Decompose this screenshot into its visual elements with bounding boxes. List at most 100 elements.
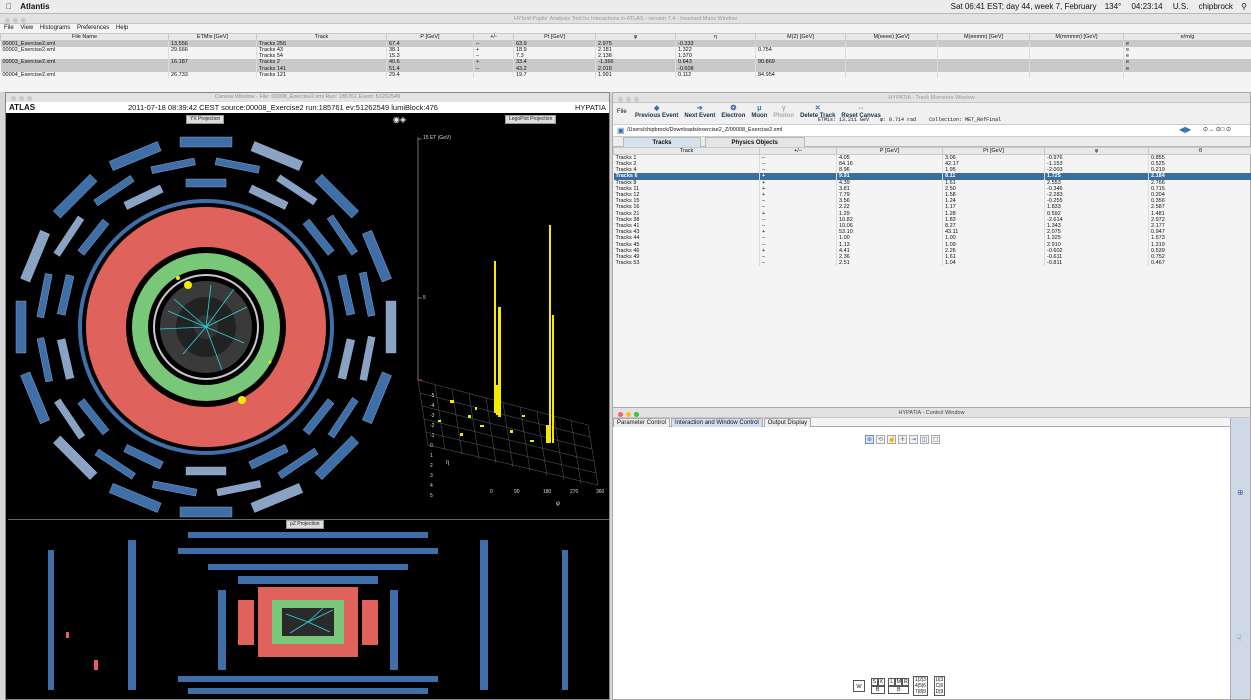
button-label: Muon <box>751 113 768 119</box>
column-header[interactable]: Pt [GeV] <box>513 33 596 41</box>
table-row[interactable]: 00004_Exercise2.xml 26.733 Tracks 121 29.4 1… <box>0 71 1251 78</box>
tab-physics-objects[interactable]: Physics Objects <box>704 137 805 147</box>
key-r[interactable]: R <box>902 678 910 686</box>
crosshair-icon[interactable]: ✛ <box>898 435 907 444</box>
track-window-titlebar[interactable]: HYPATIA - Track Momenta Window <box>613 93 1250 103</box>
lego-plot-label: LegoPlot Projection <box>505 115 557 124</box>
column-header[interactable]: θ <box>1148 147 1251 155</box>
hand-icon[interactable]: ☟ <box>1236 633 1241 644</box>
apple-icon[interactable]:  <box>6 2 12 11</box>
table-cell: 29.4 <box>386 71 474 78</box>
column-header[interactable]: ETMis [GeV] <box>168 33 257 41</box>
table-cell: 2.51 <box>836 260 943 267</box>
tab-tracks[interactable]: Tracks <box>623 137 701 147</box>
menu-histograms[interactable]: Histograms <box>40 25 70 31</box>
column-header[interactable]: File Name <box>0 33 169 41</box>
move-icon[interactable]: ⇥ <box>909 435 918 444</box>
table-cell: 84.954 <box>755 71 846 78</box>
atlas-logo: ATLAS <box>9 103 36 112</box>
canvas-header: ATLAS 2011-07-18 08:39:42 CEST source:00… <box>6 102 609 113</box>
column-header[interactable]: M(eeee) [GeV] <box>845 33 938 41</box>
next-event-button[interactable]: ➔ Next Event <box>684 105 715 119</box>
column-header[interactable]: η <box>675 33 756 41</box>
canvas-titlebar[interactable]: Canvas Window - File: 00008_Exercise2.xm… <box>6 93 609 102</box>
column-header[interactable]: Track <box>613 147 760 155</box>
table-cell: 1.991 <box>595 71 676 78</box>
electron-button[interactable]: ❂ Electron <box>721 105 745 119</box>
lego-plot[interactable]: LegoPlot Projection 15 ET (GeV) 5 0 90 1… <box>410 115 609 518</box>
arrow-right-icon: ➔ <box>696 105 703 112</box>
muon-chamber <box>385 300 397 354</box>
previous-event-button[interactable]: ◆ Previous Event <box>635 105 678 119</box>
key-s[interactable]: S <box>870 678 878 686</box>
table-cell: – <box>759 260 837 267</box>
clip-icon[interactable]: ◫ <box>920 435 929 444</box>
folder-icon[interactable]: ▣ <box>617 126 625 135</box>
rotate-icon[interactable]: ⟲ <box>876 435 885 444</box>
column-header[interactable]: M(mmmm) [GeV] <box>1029 33 1124 41</box>
muon-chamber <box>337 274 355 316</box>
muon-chamber <box>359 271 376 317</box>
nav-arrows-icon[interactable]: ◀▶ <box>1179 125 1191 134</box>
button-label: Previous Event <box>635 113 679 119</box>
electron-cluster <box>238 396 246 404</box>
tool-row: ⊕ ⟲ ☝ ✛ ⇥ ◫ ▢ <box>865 435 942 444</box>
control-tab[interactable]: Interaction and Window Control <box>671 418 763 427</box>
column-header[interactable]: Track <box>256 33 387 41</box>
hypatia-logo: HYPATIA <box>575 103 606 112</box>
pick-icon[interactable]: ☝ <box>887 435 896 444</box>
muon-button[interactable]: μ Muon <box>751 105 767 119</box>
table-row[interactable]: Tracks 53–2.51 1.04 -0.811 0.467 <box>613 260 1251 267</box>
key-b[interactable]: B <box>870 686 885 694</box>
key-w[interactable]: W <box>853 680 865 692</box>
column-header[interactable]: P [GeV] <box>836 147 943 155</box>
key-b2[interactable]: B <box>888 686 910 694</box>
menu-help[interactable]: Help <box>116 25 128 31</box>
fisheye-icon[interactable]: ▢ <box>931 435 940 444</box>
column-header[interactable]: P [GeV] <box>386 33 474 41</box>
column-header[interactable]: e/m/g <box>1123 33 1251 41</box>
key-m[interactable]: M <box>895 678 903 686</box>
photon-button[interactable]: γ Photon <box>773 105 794 119</box>
phi-tick-180: 180 <box>543 489 552 495</box>
muon-chamber <box>150 157 196 174</box>
muon-chamber <box>314 435 360 481</box>
control-tab[interactable]: Output Display <box>763 418 812 427</box>
tracks-table[interactable]: Track +/– P [GeV] Pt [GeV] φ θ Tracks 1–4.05 3… <box>613 147 1251 267</box>
view-toggle-icon[interactable]: ◉◈ <box>393 115 406 124</box>
yx-projection-label: YX Projection <box>186 115 225 124</box>
column-header[interactable]: φ <box>1044 147 1149 155</box>
app-name[interactable]: Atlantis <box>20 2 49 11</box>
user-name[interactable]: chipbrock <box>1199 2 1233 11</box>
key-x[interactable]: X <box>877 678 885 686</box>
search-icon[interactable]: ⚲ <box>1241 2 1247 11</box>
udc-pad-icon[interactable]: U|3 C|6 D|9 <box>933 676 946 696</box>
eta-tick: -3 <box>430 413 435 419</box>
options-icon[interactable]: ⊙→ ⊙□ ⊙ <box>1203 126 1231 133</box>
control-titlebar[interactable]: HYPATIA - Control Window <box>613 408 1250 418</box>
etmis-readout: ETMis: 13.211 GeV <box>818 117 870 123</box>
muon-chamber <box>248 444 289 470</box>
column-header[interactable]: M(2) [GeV] <box>755 33 846 41</box>
file-path[interactable]: /Users/chipbrock/Downloads/exercise2_Z/0… <box>627 127 782 133</box>
invariant-mass-table[interactable]: File Name ETMis [GeV] Track P [GeV] +/- Pt [G… <box>0 33 1251 78</box>
window-titlebar[interactable]: HYbrid Pupils' Analysis Tool for Interac… <box>0 14 1251 24</box>
zoom-side-icon[interactable]: ⊕ <box>1237 488 1244 497</box>
lego-et-axis-label: 15 ET (GeV) <box>423 135 451 141</box>
yx-projection[interactable]: YX Projection ◉◈ <box>8 115 409 518</box>
column-header[interactable]: φ <box>595 33 676 41</box>
menu-preferences[interactable]: Preferences <box>77 25 109 31</box>
column-header[interactable]: Pt [GeV] <box>942 147 1045 155</box>
zoom-icon[interactable]: ⊕ <box>865 435 874 444</box>
column-header[interactable]: +/- <box>473 33 514 41</box>
muon-chamber <box>214 157 260 174</box>
muon-chamber <box>52 435 98 481</box>
key-l[interactable]: L <box>888 678 896 686</box>
numpad-icon[interactable]: 1|2|3 4|5|6 7|8|9 <box>913 676 928 696</box>
track-menu-file[interactable]: File <box>617 109 627 115</box>
locale-text[interactable]: U.S. <box>1173 2 1189 11</box>
track-window-title: HYPATIA - Track Momenta Window <box>888 95 975 101</box>
rz-projection[interactable]: ρZ Projection <box>8 519 609 699</box>
column-header[interactable]: M(eemm) [GeV] <box>937 33 1030 41</box>
column-header[interactable]: +/– <box>759 147 837 155</box>
